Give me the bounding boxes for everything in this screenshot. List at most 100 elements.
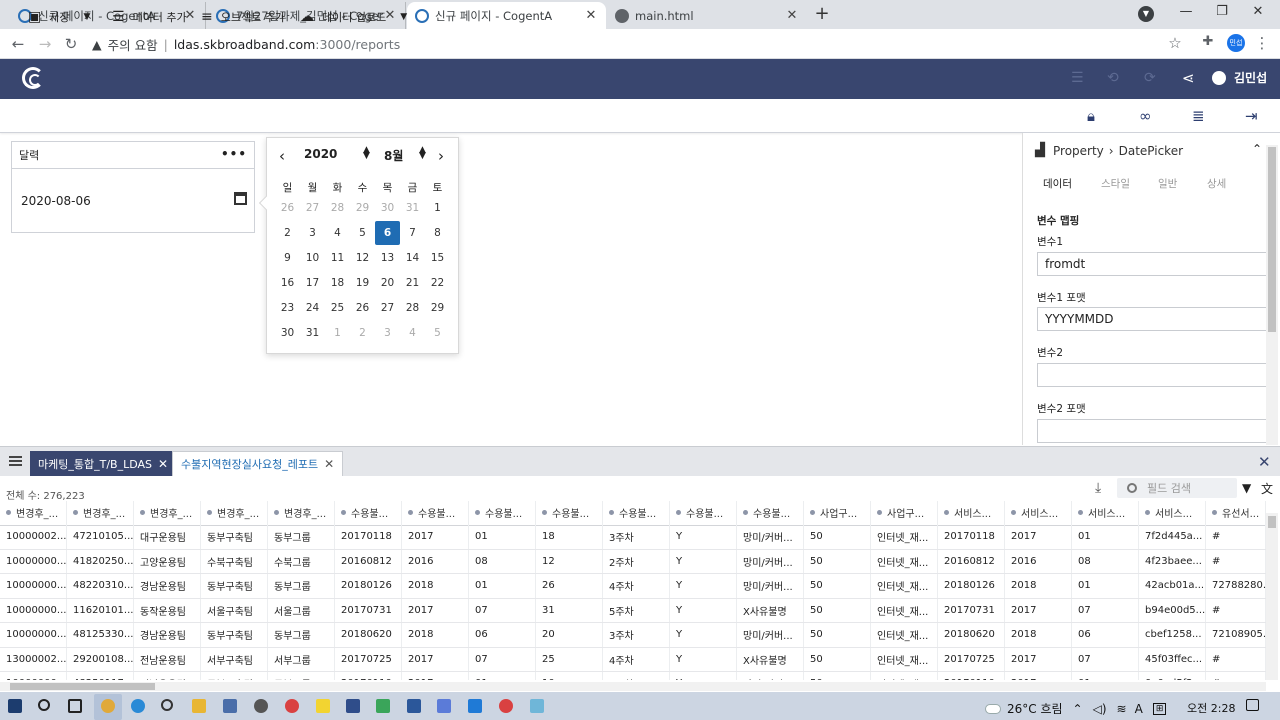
settings-icon[interactable] [161,699,173,711]
calendar-day[interactable]: 29 [350,196,375,220]
calendar-day[interactable]: 16 [275,271,300,295]
database-icon[interactable]: ≣ [1192,107,1205,125]
tab-style[interactable]: 스타일 [1101,176,1130,191]
powershell-icon[interactable] [346,699,360,713]
calendar-day[interactable]: 19 [350,271,375,295]
reload-icon[interactable]: ↻ [62,35,80,53]
user-menu[interactable]: 김민섭 [1212,69,1267,86]
tab-search-icon[interactable]: ▼ [1138,6,1154,22]
close-icon[interactable]: ✕ [785,8,799,23]
column-header[interactable]: 수용불... [536,501,603,525]
calendar-icon[interactable] [234,192,247,205]
browser-tab-active[interactable]: 신규 페이지 - CogentA ✕ [407,2,606,29]
app-icon[interactable] [530,699,544,713]
share-icon[interactable]: ⋖ [1182,69,1195,87]
calendar-day[interactable]: 5 [350,221,375,245]
calendar-day[interactable]: 9 [275,246,300,270]
file-explorer-icon[interactable] [192,699,206,713]
var2-input[interactable] [1037,363,1269,387]
panel-scrollbar[interactable] [1266,145,1278,445]
exit-icon[interactable]: ⇥ [1245,107,1258,125]
add-data-button[interactable]: ☰ 데이터 추가 [112,9,187,25]
table-row[interactable]: 10000000...48250117...경남운용팀동부구축팀동부그룹2017… [0,672,1266,680]
chrome-icon[interactable] [101,699,115,713]
date-input[interactable]: 2020-08-06 [21,194,91,208]
column-header[interactable]: 수용불... [670,501,737,525]
calendar-day[interactable]: 28 [400,296,425,320]
var2-format-input[interactable] [1037,419,1269,443]
column-header[interactable]: 수용불... [335,501,402,525]
close-icon[interactable]: ✕ [324,457,334,471]
calendar-day[interactable]: 15 [425,246,450,270]
column-header[interactable]: 서비스... [1139,501,1206,525]
table-row[interactable]: 10000000... 41820250... 고양운용팀 수북구축팀 수북그룹 2016… [0,549,1266,574]
notifications-icon[interactable] [1246,699,1259,711]
forward-icon[interactable]: → [36,35,54,53]
upload-data-button[interactable]: ☁ 데이터 업로드 ▼ [300,9,407,25]
column-header[interactable]: 서비스... [1005,501,1072,525]
keyboard-icon[interactable]: ⊞ [1152,702,1167,715]
minimize-icon[interactable]: — [1176,4,1196,19]
calendar-day[interactable]: 26 [350,296,375,320]
field-search-input[interactable]: 필드 검색 [1117,478,1237,498]
column-header[interactable]: 서비스... [938,501,1005,525]
link-icon[interactable]: ∞ [1139,107,1152,125]
chevron-up-icon[interactable]: ⌃ [1073,702,1083,716]
collapse-icon[interactable]: ⌃ [1252,142,1262,156]
column-header[interactable]: 수용불... [402,501,469,525]
table-row[interactable]: 10000002... 47210105... 대구운용팀 동부구축팀 동부그룹 2017… [0,525,1266,550]
window-close-icon[interactable]: ✕ [1248,4,1268,19]
calendar-day[interactable]: 4 [400,321,425,345]
table-row[interactable]: 13000002... 29200108... 전남운용팀 서부구축팀 서부그룹 2017… [0,647,1266,672]
scrollbar-thumb[interactable] [10,683,155,690]
calendar-day[interactable]: 2 [350,321,375,345]
cogenta-logo-icon[interactable] [22,67,44,89]
undo-history-icon[interactable]: ⟲ [1107,70,1119,86]
extensions-icon[interactable]: ✚ [1199,34,1217,49]
maximize-icon[interactable]: ❐ [1212,4,1232,19]
table-row[interactable]: 10000000... 48220310... 경남운용팀 동부구축팀 동부그룹 2018… [0,574,1266,599]
var1-format-input[interactable]: YYYYMMDD [1037,307,1269,331]
calendar-day[interactable]: 24 [300,296,325,320]
calendar-day[interactable]: 30 [275,321,300,345]
sheet-tab-active[interactable]: 수불지역현장실사요청_레포트 ✕ [172,451,344,476]
start-icon[interactable] [8,699,22,713]
app-icon[interactable] [254,699,268,713]
calendar-day[interactable]: 7 [400,221,425,245]
year-spinner-icon[interactable]: ▲ ▼ [363,146,370,161]
volume-icon[interactable]: ◁) [1093,702,1107,716]
calendar-day[interactable]: 13 [375,246,400,270]
ime-indicator[interactable]: A [1135,702,1143,716]
calendar-day[interactable]: 2 [275,221,300,245]
column-header[interactable]: 변경후_... [0,501,67,525]
calendar-day[interactable]: 10 [300,246,325,270]
new-tab-button[interactable]: + [812,3,832,24]
calendar-day[interactable]: 11 [325,246,350,270]
column-header[interactable]: 수용불... [737,501,804,525]
close-panel-icon[interactable]: ✕ [1258,453,1271,471]
weather-text[interactable]: 26°C 흐림 [1007,700,1063,717]
grid-horizontal-scrollbar[interactable] [0,682,1266,691]
translate-icon[interactable]: 文 [1261,480,1273,497]
wifi-icon[interactable]: ≋ [1117,702,1127,716]
close-icon[interactable]: ✕ [158,457,168,471]
browser-tab[interactable]: main.html ✕ [607,2,807,29]
calendar-day[interactable]: 12 [350,246,375,270]
column-header[interactable]: 사업구... [871,501,938,525]
sheet-tab[interactable]: 마케팅_통합_T/B_LDAS ✕ [30,451,177,476]
calendar-day[interactable]: 27 [375,296,400,320]
calendar-day[interactable]: 20 [375,271,400,295]
calendar-day[interactable]: 31 [300,321,325,345]
calendar-day[interactable]: 4 [325,221,350,245]
calendar-day[interactable]: 22 [425,271,450,295]
calendar-day-selected[interactable]: 6 [375,221,400,245]
column-header[interactable]: 변경후_... [268,501,335,525]
calendar-day[interactable]: 14 [400,246,425,270]
download-icon[interactable]: ⤓ [1095,480,1101,496]
calendar-day[interactable]: 23 [275,296,300,320]
date-widget[interactable]: 달력 ••• 2020-08-06 [11,141,255,233]
calendar-day[interactable]: 31 [400,196,425,220]
app-icon[interactable] [499,699,513,713]
calendar-day[interactable]: 3 [375,321,400,345]
tab-data[interactable]: 데이터 [1043,176,1072,191]
